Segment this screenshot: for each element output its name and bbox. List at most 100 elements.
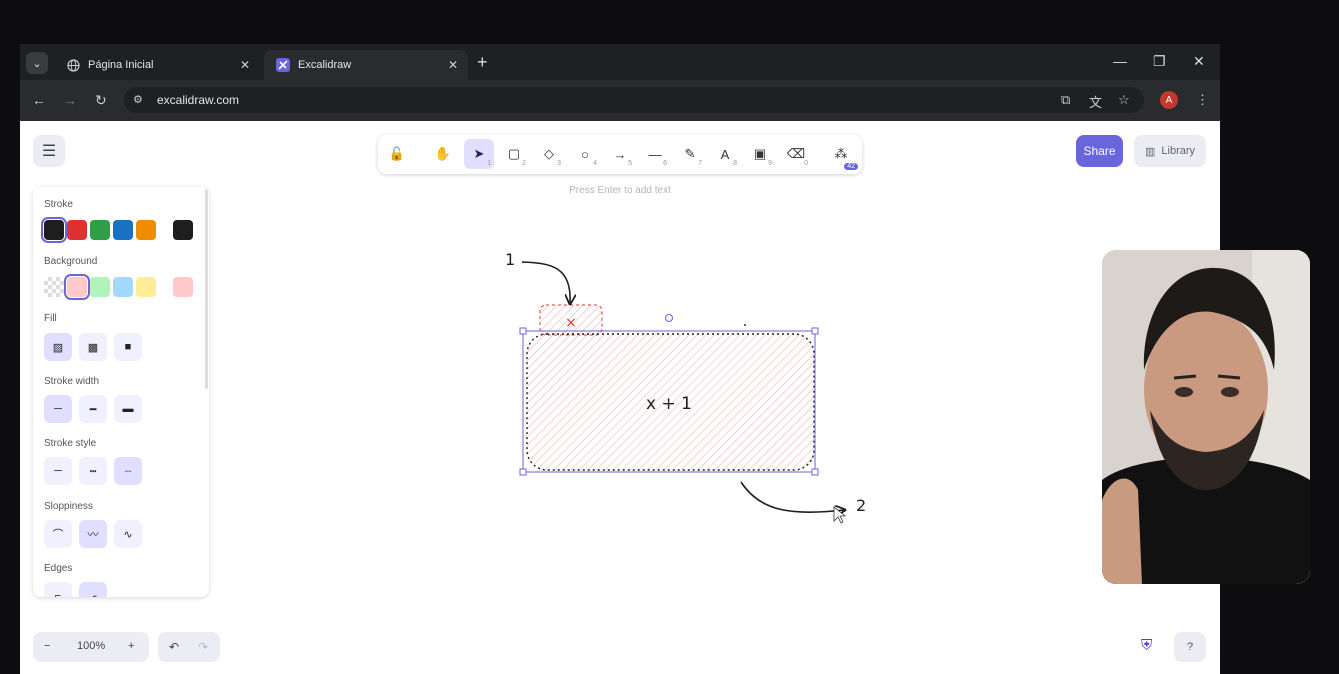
main-menu-button[interactable]: ☰ bbox=[33, 135, 65, 167]
library-button[interactable]: ▥ Library bbox=[1134, 135, 1206, 167]
close-tab-icon[interactable]: ✕ bbox=[240, 58, 250, 72]
eraser-icon[interactable]: ⌫ 0 bbox=[781, 139, 811, 169]
background-swatch-green[interactable] bbox=[90, 277, 110, 297]
resize-handle[interactable] bbox=[519, 468, 527, 476]
background-swatch-transparent[interactable] bbox=[44, 277, 64, 297]
install-app-icon[interactable]: ⧉ bbox=[1061, 92, 1070, 108]
arrow-two[interactable] bbox=[740, 481, 844, 512]
sloppiness-label: Sloppiness bbox=[44, 501, 93, 512]
stroke-label: Stroke bbox=[44, 199, 73, 210]
sloppiness-artist-icon[interactable]: 〰 bbox=[79, 520, 107, 548]
share-button[interactable]: Share bbox=[1076, 135, 1123, 167]
background-label: Background bbox=[44, 256, 98, 267]
more-menu-icon[interactable]: ⋮ bbox=[1196, 92, 1209, 108]
help-icon[interactable]: ? bbox=[1174, 632, 1206, 662]
stroke-current-color[interactable] bbox=[173, 220, 193, 240]
stroke-style-label: Stroke style bbox=[44, 438, 97, 449]
rotation-handle[interactable] bbox=[665, 314, 673, 322]
sloppiness-cartoonist-icon[interactable]: ∿ bbox=[114, 520, 142, 548]
diamond-icon[interactable]: ◇ 3 bbox=[534, 139, 564, 169]
zoom-in-button[interactable]: + bbox=[128, 640, 134, 652]
forward-icon[interactable]: → bbox=[63, 92, 77, 108]
webcam-overlay bbox=[1102, 250, 1310, 584]
excalidraw-page: × x + 1 1 2 ☰ 🔓 ✋ ➤ 1 ▢ 2 ◇ 3 ○ 4 → 5 —6 ✎ 7 A… bbox=[20, 121, 1220, 674]
stroke-style-dotted-icon[interactable]: ┈ bbox=[114, 457, 142, 485]
book-icon: ▥ bbox=[1144, 145, 1156, 158]
stroke-style-dashed-icon[interactable]: ┅ bbox=[79, 457, 107, 485]
edges-label: Edges bbox=[44, 563, 73, 574]
new-tab-button[interactable]: + bbox=[477, 52, 488, 73]
shapes-icon[interactable]: ⁂ 42 bbox=[826, 139, 858, 170]
shapes-toolbar: 🔓 ✋ ➤ 1 ▢ 2 ◇ 3 ○ 4 → 5 —6 ✎ 7 A8 ▣ 9 ⌫ 0 ⁂ 42 bbox=[378, 135, 862, 174]
tab-pagina-inicial[interactable]: Página Inicial ✕ bbox=[54, 50, 260, 80]
edges-round-icon[interactable]: ╭ bbox=[79, 582, 107, 597]
lock-icon[interactable]: 🔓 bbox=[382, 139, 412, 169]
redo-icon[interactable]: ↷ bbox=[198, 640, 208, 654]
background-swatch-blue[interactable] bbox=[113, 277, 133, 297]
shield-icon[interactable]: ⛨ bbox=[1141, 637, 1152, 654]
ellipse-icon[interactable]: ○ 4 bbox=[570, 139, 600, 169]
stroke-style-solid-icon[interactable]: ─ bbox=[44, 457, 72, 485]
restore-icon[interactable]: ❐ bbox=[1153, 53, 1166, 70]
label-one: 1 bbox=[505, 250, 515, 269]
stroke-swatch-black[interactable] bbox=[41, 217, 67, 243]
sloppiness-architect-icon[interactable]: ⌒ bbox=[44, 520, 72, 548]
background-swatch-pink[interactable] bbox=[64, 274, 90, 300]
close-tab-icon[interactable]: ✕ bbox=[448, 58, 458, 72]
image-icon[interactable]: ▣ 9 bbox=[745, 139, 775, 169]
small-box-mark: × bbox=[565, 315, 577, 331]
stroke-width-thin-icon[interactable]: ─ bbox=[44, 395, 72, 423]
panel-scrollbar[interactable] bbox=[205, 189, 208, 389]
tab-label: Página Inicial bbox=[88, 59, 154, 71]
url-text[interactable]: excalidraw.com bbox=[157, 93, 239, 107]
translate-icon[interactable]: 文 bbox=[1089, 92, 1102, 111]
undo-redo-controls: ↶ ↷ bbox=[158, 632, 220, 662]
arrow-one[interactable] bbox=[521, 261, 570, 303]
stroke-width-bold-icon[interactable]: ━ bbox=[79, 395, 107, 423]
text-icon[interactable]: A8 bbox=[710, 139, 740, 169]
label-two: 2 bbox=[856, 496, 866, 515]
fill-solid-icon[interactable]: ■ bbox=[114, 333, 142, 361]
tab-label: Excalidraw bbox=[298, 59, 352, 71]
stroke-swatch-orange[interactable] bbox=[136, 220, 156, 240]
line-icon[interactable]: —6 bbox=[640, 139, 670, 169]
properties-panel: Stroke Background Fill ▨ ▩ ■ Stroke widt… bbox=[33, 187, 209, 597]
stroke-swatch-red[interactable] bbox=[67, 220, 87, 240]
fill-crosshatch-icon[interactable]: ▩ bbox=[79, 333, 107, 361]
back-icon[interactable]: ← bbox=[32, 92, 46, 108]
stroke-width-label: Stroke width bbox=[44, 376, 100, 387]
rectangle-icon[interactable]: ▢ 2 bbox=[499, 139, 529, 169]
undo-icon[interactable]: ↶ bbox=[169, 640, 179, 654]
pointer-icon[interactable]: ➤ 1 bbox=[464, 139, 494, 169]
arrow-icon[interactable]: → 5 bbox=[605, 139, 635, 169]
minimize-icon[interactable]: — bbox=[1113, 53, 1127, 69]
bookmark-star-icon[interactable]: ☆ bbox=[1118, 92, 1130, 108]
site-info-icon[interactable]: ⚙ bbox=[133, 93, 147, 107]
zoom-out-button[interactable]: − bbox=[44, 640, 50, 652]
resize-handle[interactable] bbox=[811, 468, 819, 476]
edges-sharp-icon[interactable]: ⌐ bbox=[44, 582, 72, 597]
tab-search-button[interactable]: ⌄ bbox=[26, 52, 48, 74]
stroke-swatch-green[interactable] bbox=[90, 220, 110, 240]
reload-icon[interactable]: ↻ bbox=[95, 92, 107, 109]
hand-icon[interactable]: ✋ bbox=[428, 139, 458, 169]
profile-avatar[interactable]: A bbox=[1160, 91, 1178, 109]
stroke-swatch-blue[interactable] bbox=[113, 220, 133, 240]
presenter-video bbox=[1102, 250, 1310, 584]
background-swatch-yellow[interactable] bbox=[136, 277, 156, 297]
pencil-icon[interactable]: ✎ 7 bbox=[675, 139, 705, 169]
excalidraw-icon bbox=[276, 58, 290, 72]
background-current-color[interactable] bbox=[173, 277, 193, 297]
close-window-icon[interactable]: ✕ bbox=[1193, 53, 1205, 70]
resize-handle[interactable] bbox=[519, 327, 527, 335]
stroke-width-extra-bold-icon[interactable]: ▬ bbox=[114, 395, 142, 423]
main-shape-text: x + 1 bbox=[646, 394, 692, 414]
tab-excalidraw[interactable]: Excalidraw ✕ bbox=[264, 50, 468, 80]
more-tools-badge: 42 bbox=[844, 163, 858, 170]
fill-hachure-icon[interactable]: ▨ bbox=[44, 333, 72, 361]
resize-handle[interactable] bbox=[811, 327, 819, 335]
address-bar[interactable] bbox=[124, 87, 1144, 113]
stray-dot bbox=[744, 324, 746, 326]
library-label: Library bbox=[1161, 145, 1196, 157]
zoom-level[interactable]: 100% bbox=[77, 640, 105, 652]
